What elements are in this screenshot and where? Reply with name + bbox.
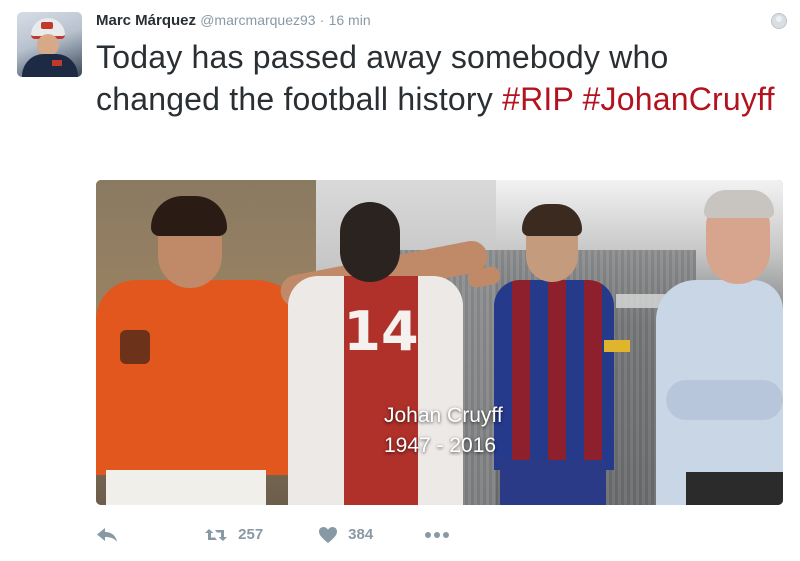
captain-armband <box>604 340 630 352</box>
crossed-arms <box>666 380 783 420</box>
reply-icon <box>96 526 118 543</box>
figure-back-head <box>340 202 400 282</box>
like-button[interactable]: 384 <box>318 520 373 550</box>
more-icon <box>424 526 450 543</box>
figure-orange-shirt <box>96 280 306 475</box>
figure-barca-shirt <box>494 280 614 470</box>
hashtag-johancruyff[interactable]: #JohanCruyff <box>583 81 775 117</box>
retweet-count: 257 <box>238 526 264 544</box>
author-name[interactable]: Marc Márquez <box>96 12 196 29</box>
image-caption-years: 1947 - 2016 <box>384 434 497 457</box>
hashtag-rip[interactable]: #RIP <box>502 81 573 117</box>
heart-icon <box>318 526 342 544</box>
tweet-header: Marc Márquez @marcmarquez93 · 16 min <box>96 9 371 31</box>
like-count: 384 <box>348 526 374 544</box>
timestamp[interactable]: 16 min <box>329 12 371 28</box>
more-button[interactable] <box>424 520 450 550</box>
figure-blue-shorts <box>500 460 606 505</box>
tweet: Marc Márquez @marcmarquez93 · 16 min Tod… <box>0 0 800 561</box>
tweet-actions: 257 384 <box>96 520 496 550</box>
figure-white-shorts <box>106 470 266 505</box>
reply-button[interactable] <box>96 520 118 550</box>
dark-trousers <box>686 472 783 505</box>
separator: · <box>319 12 325 28</box>
retweet-icon <box>204 526 232 543</box>
avatar-face <box>37 34 59 56</box>
tweet-image[interactable]: 14 Johan Cruyff 1947 - 2016 <box>96 180 783 505</box>
orange-shirt-crest <box>120 330 150 364</box>
avatar-shirt <box>22 54 78 77</box>
image-caption-name: Johan Cruyff <box>384 404 503 427</box>
author-handle[interactable]: @marcmarquez93 <box>200 12 315 28</box>
tweet-text: Today has passed away somebody who chang… <box>96 36 776 120</box>
retweet-button[interactable]: 257 <box>204 520 263 550</box>
jersey-number: 14 <box>343 300 419 363</box>
figure-older-hair <box>704 190 774 218</box>
avatar[interactable] <box>17 12 82 77</box>
globe-icon <box>771 13 787 29</box>
